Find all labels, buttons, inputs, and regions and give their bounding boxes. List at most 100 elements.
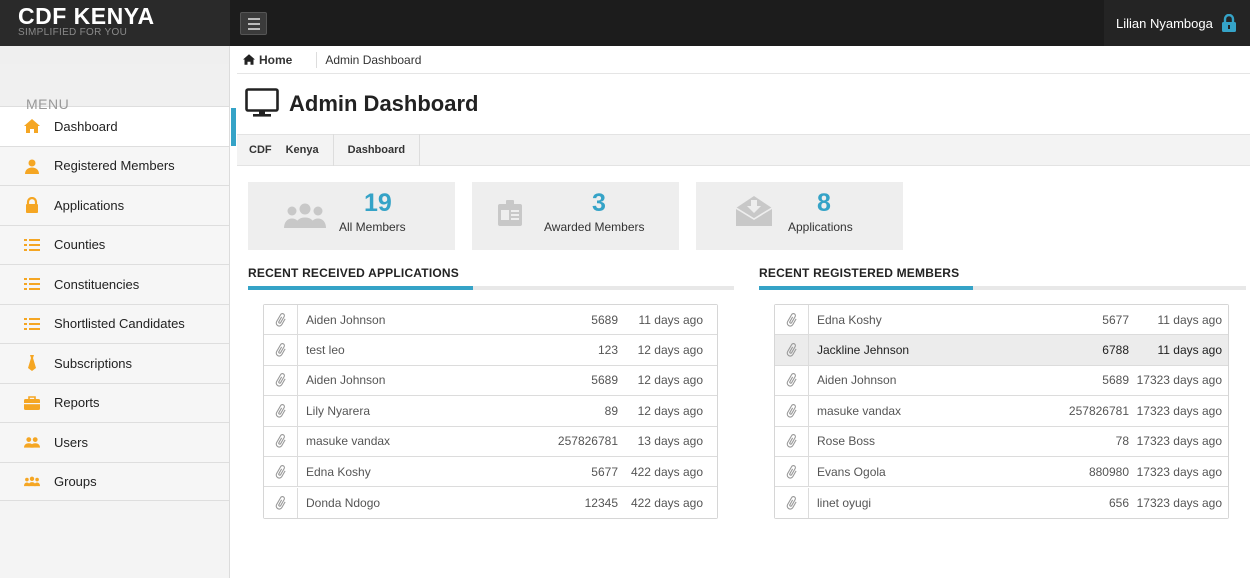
subnav-dashboard-label: Dashboard (347, 144, 406, 156)
application-number: 257826781 (557, 434, 618, 449)
stat-value: 3 (592, 189, 606, 217)
time-ago: 17323 days ago (1136, 403, 1222, 418)
breadcrumb-separator (316, 51, 318, 68)
group-icon (24, 473, 40, 489)
sub-navigation: CDF Kenya Dashboard (237, 134, 1250, 166)
subnav-cdf-kenya[interactable]: CDF Kenya (237, 134, 334, 166)
application-number: 12345 (584, 495, 618, 510)
lock-icon[interactable] (1221, 13, 1237, 32)
time-ago: 11 days ago (638, 312, 704, 327)
member-number: 656 (1108, 495, 1129, 510)
menu-toggle-button[interactable] (240, 12, 267, 35)
subnav-dashboard[interactable]: Dashboard (334, 134, 421, 166)
time-ago: 11 days ago (1157, 343, 1223, 358)
sidebar-item-registered-members[interactable]: Registered Members (0, 145, 229, 185)
breadcrumb: Home Admin Dashboard (237, 46, 1250, 74)
list-item[interactable]: Lily Nyarera 89 12 days ago (264, 395, 717, 427)
list-item[interactable]: Donda Ndogo 12345 422 days ago (264, 487, 717, 518)
list-item[interactable]: masuke vandax 257826781 13 days ago (264, 426, 717, 457)
breadcrumb-current: Admin Dashboard (325, 52, 422, 67)
list-item[interactable]: Edna Koshy 5677 422 days ago (264, 456, 717, 488)
home-icon (243, 54, 255, 65)
list-item[interactable]: linet oyugi 656 17323 days ago (775, 487, 1228, 518)
sidebar-item-subscriptions[interactable]: Subscriptions (0, 343, 229, 383)
sidebar-item-counties[interactable]: Counties (0, 224, 229, 264)
stats-row: 19 All Members 3 Awarded Members 8 Appli… (248, 182, 903, 250)
id-card-icon (498, 200, 522, 229)
member-name: linet oyugi (817, 495, 872, 510)
sidebar-item-label: Counties (54, 237, 106, 253)
breadcrumb-home-label: Home (259, 52, 293, 67)
user-menu[interactable]: Lilian Nyamboga (1104, 0, 1250, 46)
briefcase-icon (24, 395, 40, 411)
users-icon (24, 434, 40, 450)
top-bar: CDF KENYA SIMPLIFIED FOR YOU Lilian Nyam… (0, 0, 1250, 46)
list-item[interactable]: test leo 123 12 days ago (264, 335, 717, 366)
list-item[interactable]: masuke vandax 257826781 17323 days ago (775, 395, 1228, 427)
paperclip-icon (775, 426, 809, 457)
tie-icon (24, 355, 40, 372)
list-item[interactable]: Edna Koshy 5677 11 days ago (775, 304, 1228, 336)
list-icon (24, 276, 40, 292)
application-number: 5689 (591, 373, 618, 388)
applicant-name: Aiden Johnson (306, 312, 386, 327)
stat-label: Applications (788, 220, 853, 234)
list-item[interactable]: Evans Ogola 880980 17323 days ago (775, 456, 1228, 488)
sidebar-item-label: Subscriptions (54, 355, 133, 371)
monitor-icon (245, 87, 279, 121)
paperclip-icon (775, 395, 809, 426)
brand-logo[interactable]: CDF KENYA SIMPLIFIED FOR YOU (0, 0, 230, 46)
member-name: Rose Boss (817, 434, 876, 449)
recent-applications-panel: RECENT RECEIVED APPLICATIONS Aiden Johns… (248, 266, 734, 519)
sidebar-item-label: Shortlisted Candidates (54, 316, 185, 332)
sidebar-item-label: Registered Members (54, 158, 175, 174)
list-icon (24, 237, 40, 253)
stat-value: 19 (364, 189, 392, 217)
stat-applications[interactable]: 8 Applications (696, 182, 903, 250)
subnav-cdf: CDF (249, 144, 272, 156)
sidebar-item-label: Users (54, 434, 88, 450)
applicant-name: masuke vandax (306, 434, 391, 449)
stat-label: All Members (339, 220, 406, 234)
stat-awarded-members[interactable]: 3 Awarded Members (472, 182, 679, 250)
sidebar-item-reports[interactable]: Reports (0, 382, 229, 422)
home-icon (24, 118, 40, 134)
time-ago: 12 days ago (637, 343, 703, 358)
time-ago: 17323 days ago (1136, 373, 1222, 388)
time-ago: 12 days ago (637, 403, 703, 418)
member-number: 880980 (1088, 464, 1129, 479)
sidebar-item-groups[interactable]: Groups (0, 461, 229, 501)
sidebar-item-constituencies[interactable]: Constituencies (0, 264, 229, 304)
time-ago: 422 days ago (630, 495, 703, 510)
list-item[interactable]: Jackline Jehnson 6788 11 days ago (775, 335, 1228, 366)
paperclip-icon (775, 304, 809, 335)
list-item[interactable]: Aiden Johnson 5689 17323 days ago (775, 365, 1228, 397)
list-item[interactable]: Aiden Johnson 5689 12 days ago (264, 365, 717, 397)
time-ago: 11 days ago (1157, 312, 1223, 327)
members-list: Edna Koshy 5677 11 days ago Jackline Jeh… (774, 304, 1229, 519)
time-ago: 13 days ago (637, 434, 703, 449)
sidebar-item-users[interactable]: Users (0, 422, 229, 462)
paperclip-icon (775, 335, 809, 366)
sidebar-item-label: Constituencies (54, 276, 140, 292)
page-title: Admin Dashboard (289, 91, 479, 116)
sidebar-item-shortlisted-candidates[interactable]: Shortlisted Candidates (0, 303, 229, 343)
list-item[interactable]: Rose Boss 78 17323 days ago (775, 426, 1228, 457)
paperclip-icon (264, 456, 298, 487)
member-name: masuke vandax (817, 403, 902, 418)
applications-list: Aiden Johnson 5689 11 days ago test leo … (263, 304, 718, 519)
paperclip-icon (775, 487, 809, 518)
member-name: Evans Ogola (817, 464, 886, 479)
applicant-name: Aiden Johnson (306, 373, 386, 388)
applicant-name: Donda Ndogo (306, 495, 381, 510)
sidebar-item-applications[interactable]: Applications (0, 185, 229, 225)
panel-title: RECENT REGISTERED MEMBERS (759, 266, 960, 280)
lock-icon (24, 197, 40, 214)
stat-all-members[interactable]: 19 All Members (248, 182, 455, 250)
group-icon (284, 202, 326, 231)
breadcrumb-home[interactable]: Home (243, 53, 292, 67)
list-item[interactable]: Aiden Johnson 5689 11 days ago (264, 304, 717, 336)
panel-rule (759, 286, 1246, 290)
member-number: 78 (1115, 434, 1129, 449)
sidebar-item-label: Reports (54, 395, 100, 411)
